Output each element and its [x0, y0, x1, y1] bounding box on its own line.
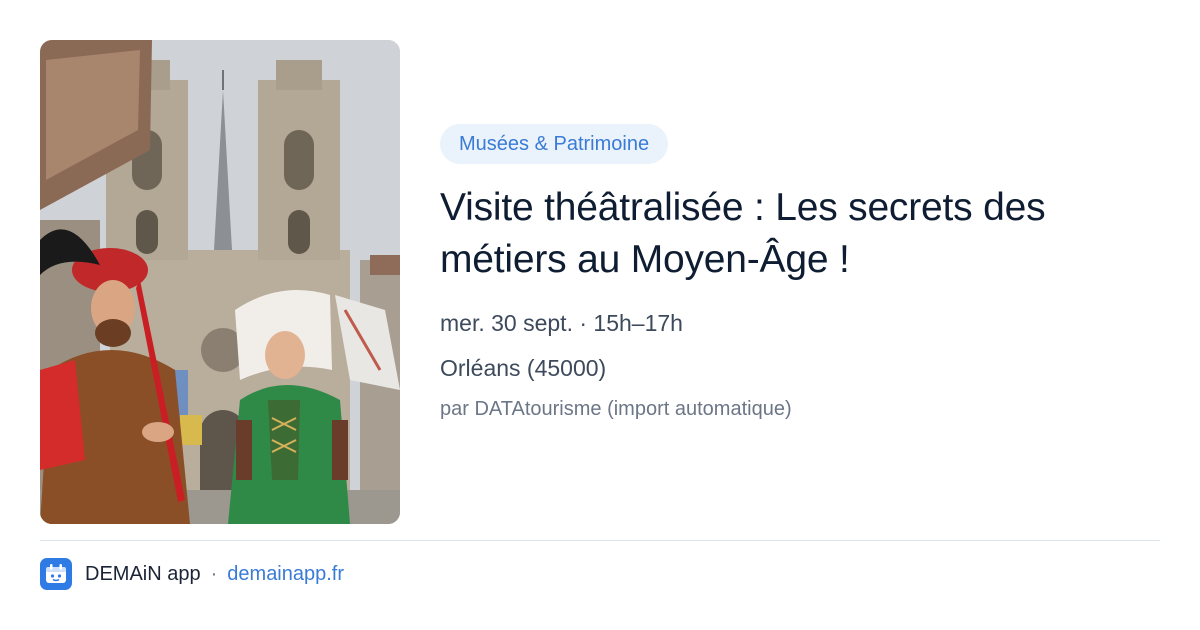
event-details: Musées & Patrimoine Visite théâtralisée …: [440, 124, 1160, 423]
cathedral-photo: [40, 40, 400, 524]
category-badge[interactable]: Musées & Patrimoine: [440, 124, 669, 164]
event-photo[interactable]: [40, 40, 400, 524]
event-location: Orléans (45000): [440, 355, 607, 381]
event-date: mer. 30 sept. · 15h–17h: [440, 310, 683, 336]
event-title[interactable]: Visite théâtralisée : Les secrets des mé…: [440, 182, 1160, 286]
demain-app-icon[interactable]: [40, 558, 72, 590]
event-source: par DATAtourisme (import automatique): [440, 398, 792, 420]
footer: DEMAiN app · demainapp.fr: [40, 558, 344, 590]
app-name: DEMAiN app: [85, 562, 201, 585]
event-card[interactable]: Musées & Patrimoine Visite théâtralisée …: [0, 0, 1200, 630]
footer-separator: ·: [210, 562, 218, 585]
footer-divider: [40, 540, 1160, 541]
app-url-link[interactable]: demainapp.fr: [227, 563, 344, 586]
